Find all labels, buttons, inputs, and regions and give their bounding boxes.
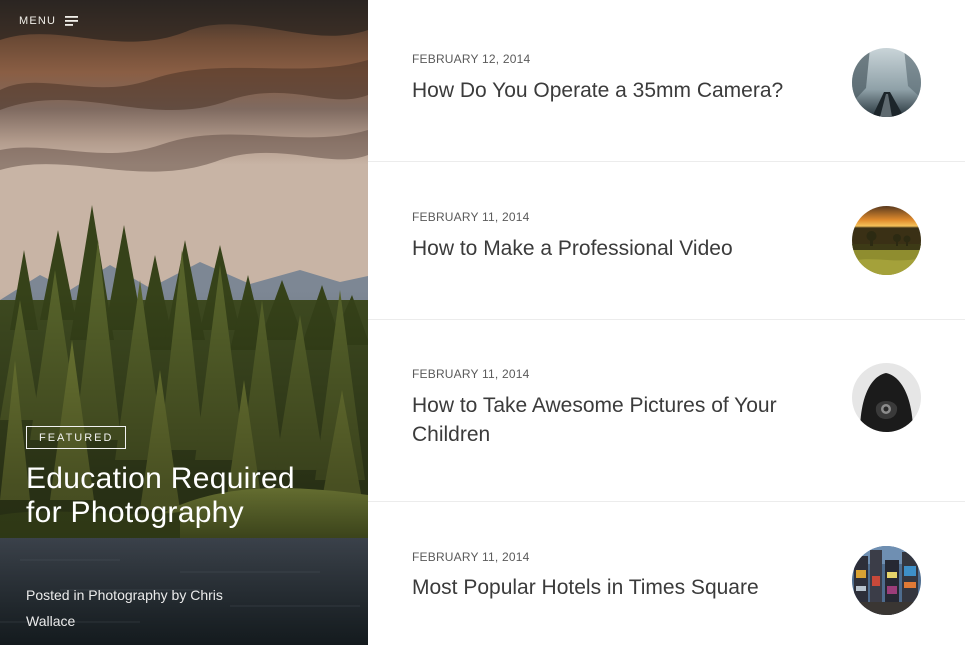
list-item[interactable]: FEBRUARY 12, 2014 How Do You Operate a 3… — [368, 0, 965, 162]
list-item[interactable]: FEBRUARY 11, 2014 How to Take Awesome Pi… — [368, 320, 965, 502]
hands-camera-photo — [852, 363, 921, 432]
post-title[interactable]: How Do You Operate a 35mm Camera? — [412, 76, 822, 105]
list-item[interactable]: FEBRUARY 11, 2014 Most Popular Hotels in… — [368, 502, 965, 645]
category-link[interactable]: Photography — [88, 587, 167, 603]
featured-post[interactable]: MENU FEATURED Education Required for Pho… — [0, 0, 368, 645]
post-list: FEBRUARY 12, 2014 How Do You Operate a 3… — [368, 0, 965, 645]
post-thumbnail[interactable] — [852, 206, 921, 275]
page: MENU FEATURED Education Required for Pho… — [0, 0, 965, 645]
post-thumbnail[interactable] — [852, 363, 921, 432]
sunset-field-photo — [852, 206, 921, 275]
featured-meta: Posted in Photography by Chris Wallace — [26, 582, 256, 634]
featured-badge: FEATURED — [26, 426, 127, 449]
meta-prefix: Posted in — [26, 587, 89, 603]
post-date: FEBRUARY 12, 2014 — [412, 52, 531, 66]
post-title[interactable]: Most Popular Hotels in Times Square — [412, 573, 822, 602]
post-date: FEBRUARY 11, 2014 — [412, 210, 530, 224]
featured-title[interactable]: Education Required for Photography — [26, 462, 326, 530]
hero-overlay — [0, 0, 368, 645]
post-thumbnail[interactable] — [852, 48, 921, 117]
meta-by: by — [167, 587, 191, 603]
post-date: FEBRUARY 11, 2014 — [412, 550, 530, 564]
post-title[interactable]: How to Make a Professional Video — [412, 234, 822, 263]
list-item[interactable]: FEBRUARY 11, 2014 How to Make a Professi… — [368, 162, 965, 320]
misty-path-photo — [852, 48, 921, 117]
menu-button[interactable]: MENU — [19, 15, 79, 27]
times-square-photo — [852, 546, 921, 615]
post-title[interactable]: How to Take Awesome Pictures of Your Chi… — [412, 391, 822, 449]
post-thumbnail[interactable] — [852, 546, 921, 615]
hamburger-icon — [65, 16, 79, 26]
menu-label: MENU — [19, 15, 57, 27]
post-date: FEBRUARY 11, 2014 — [412, 367, 530, 381]
